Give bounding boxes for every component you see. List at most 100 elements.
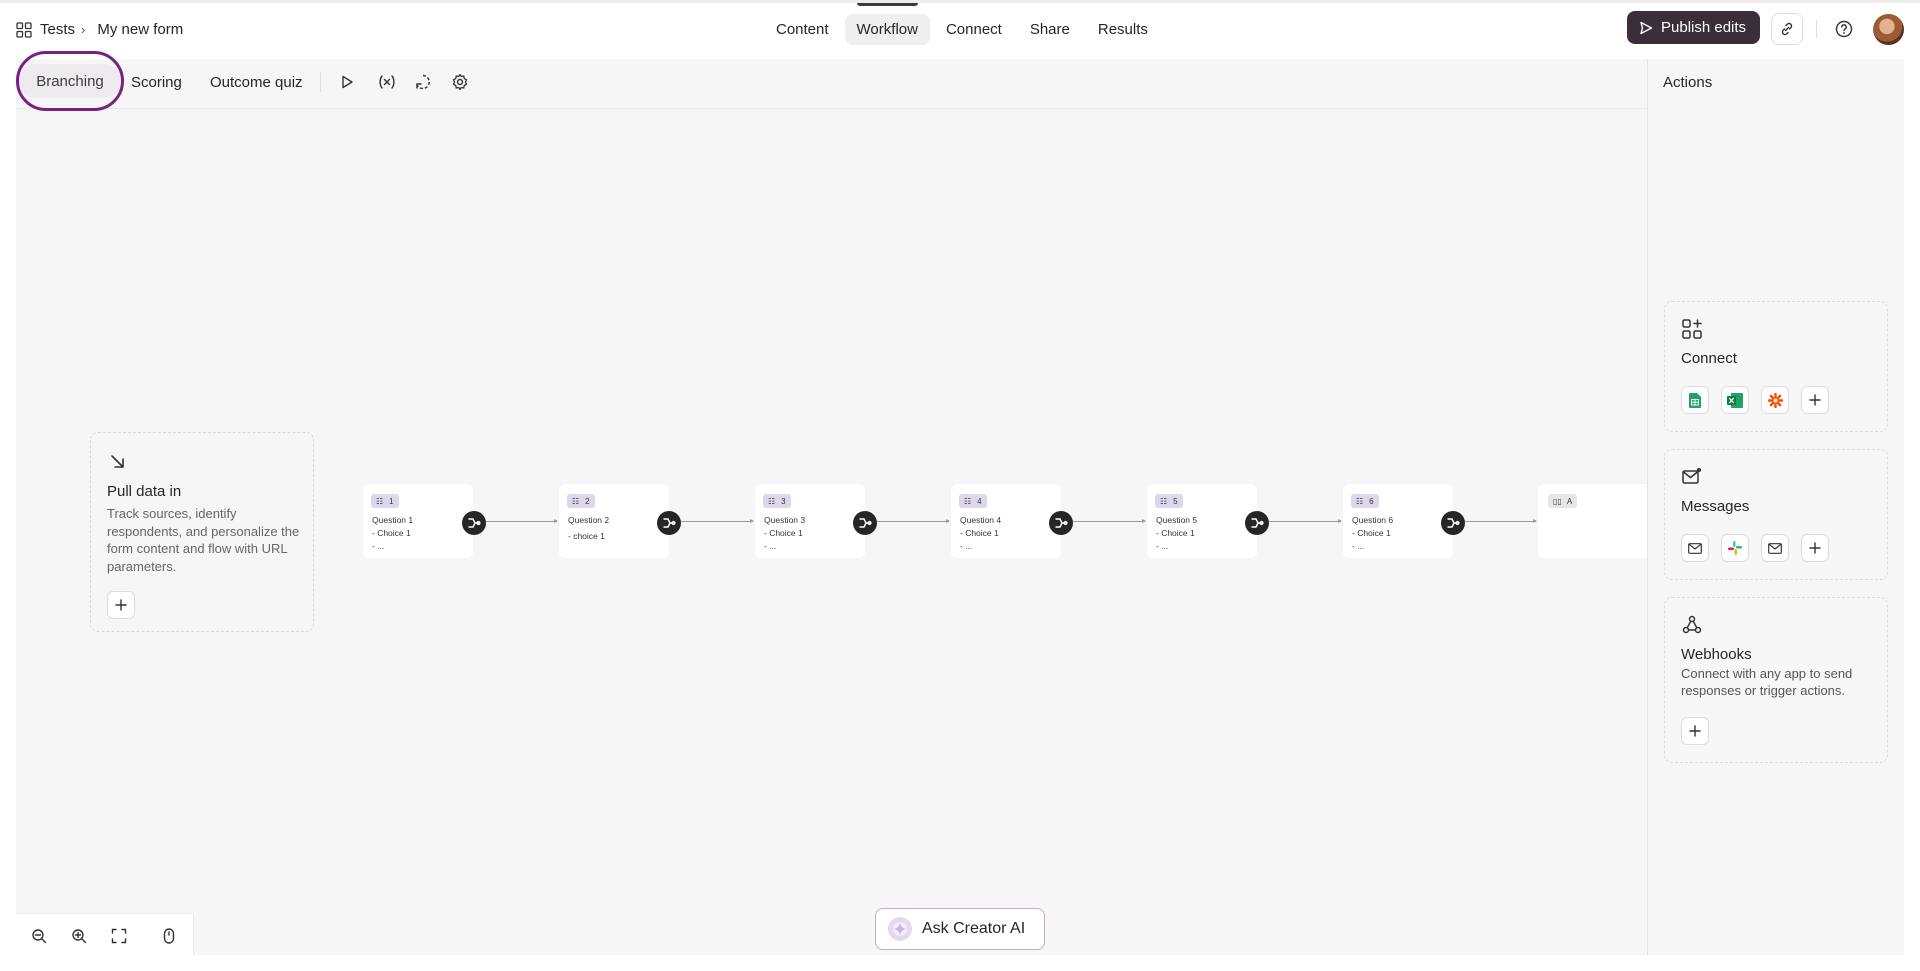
branch-button-2[interactable] [657,511,681,535]
pull-data-title: Pull data in [107,483,182,500]
ask-creator-ai-button[interactable]: Ask Creator AI [875,908,1045,950]
question-badge: ☷ 5 [1155,494,1183,508]
question-badge: ☷ 3 [763,494,791,508]
preview-button[interactable] [337,72,357,92]
tab-outcome-quiz[interactable]: Outcome quiz [210,74,303,91]
question-number: 6 [1369,496,1374,506]
webhooks-description: Connect with any app to send responses o… [1681,666,1853,698]
question-more: - ... [764,541,777,551]
flow-connector [1465,519,1537,523]
breadcrumb-current[interactable]: My new form [97,21,183,38]
question-title: Question 2 [568,515,610,525]
excel-button[interactable] [1721,386,1749,414]
question-choice: - Choice 1 [764,528,803,538]
zoom-out-button[interactable] [29,926,49,946]
zoom-in-button[interactable] [69,926,89,946]
question-choice: - Choice 1 [1156,528,1195,538]
tab-scoring[interactable]: Scoring [131,74,182,91]
add-connection-button[interactable] [1801,386,1829,414]
mouse-mode-button[interactable] [159,926,179,946]
zoom-in-icon [72,929,87,944]
zoom-out-icon [32,929,47,944]
question-number: 5 [1173,496,1178,506]
zapier-button[interactable] [1761,386,1789,414]
email-icon [1688,542,1702,554]
fit-view-button[interactable] [109,926,129,946]
question-node-5[interactable]: ☷ 5 Question 5- Choice 1- ... [1147,484,1257,558]
plus-icon [115,599,127,611]
ending-screen-icon: ▯▯ [1553,496,1562,506]
question-badge: ☷ 6 [1351,494,1379,508]
main-nav: Content Workflow Connect Share Results [764,3,1164,45]
user-avatar[interactable] [1873,14,1904,45]
add-url-parameter-button[interactable] [107,591,135,619]
flow-connector [1073,519,1146,523]
question-title: Question 4 [960,515,1002,525]
connect-title: Connect [1681,350,1737,367]
branch-icon [468,518,481,528]
ending-label: A [1566,496,1573,506]
branch-button-5[interactable] [1245,511,1269,535]
email-button-2[interactable] [1761,534,1789,562]
copy-link-button[interactable] [1771,13,1803,45]
question-title: Question 1 [372,515,414,525]
question-node-1[interactable]: ☷ 1 Question 1- Choice 1- ... [363,484,473,558]
flow-connector [877,519,950,523]
tab-content[interactable]: Content [764,14,841,45]
google-sheets-button[interactable] [1681,386,1709,414]
plus-icon [1689,725,1701,737]
apps-grid-icon[interactable] [16,21,32,38]
google-sheets-icon [1689,392,1701,408]
publish-button[interactable]: Publish edits [1627,11,1761,44]
branch-button-3[interactable] [853,511,877,535]
branch-button-1[interactable] [462,511,486,535]
question-node-2[interactable]: ☷ 2 Question 2- choice 1 [559,484,669,558]
logic-button[interactable] [413,72,433,92]
add-webhook-button[interactable] [1681,717,1709,745]
webhook-icon [1682,615,1702,634]
question-choice: - Choice 1 [372,528,411,538]
tab-results[interactable]: Results [1086,14,1160,45]
tab-share[interactable]: Share [1018,14,1082,45]
pull-data-card: Pull data in Track sources, identify res… [90,432,314,632]
variables-button[interactable] [377,72,397,92]
question-more: - ... [372,541,385,551]
list-icon: ☷ [376,496,384,506]
email-button[interactable] [1681,534,1709,562]
plus-icon [1809,542,1821,554]
slack-icon [1728,541,1742,555]
question-summary: Question 4 - Choice 1 - ... [960,514,1001,553]
arrow-down-right-icon [111,455,124,468]
branch-button-4[interactable] [1049,511,1073,535]
toolbar-divider [320,72,321,92]
question-number: 3 [781,496,786,506]
list-icon: ☷ [1160,496,1168,506]
ending-node[interactable]: ▯▯ A [1538,484,1647,558]
mouse-icon [163,928,175,944]
question-more: - ... [960,541,973,551]
branch-button-6[interactable] [1441,511,1465,535]
tab-branching[interactable]: Branching [19,64,121,98]
tab-connect[interactable]: Connect [934,14,1014,45]
flow-connector [486,519,558,523]
webhooks-title: Webhooks [1681,646,1752,663]
question-node-3[interactable]: ☷ 3 Question 3- Choice 1- ... [755,484,865,558]
mail-notification-icon [1682,468,1701,484]
question-node-6[interactable]: ☷ 6 Question 6- Choice 1- ... [1343,484,1453,558]
question-title: Question 3 [764,515,806,525]
zapier-icon [1767,392,1783,408]
question-node-4[interactable]: ☷ 4 Question 4- Choice 1- ... [951,484,1061,558]
loop-icon [416,74,430,90]
list-icon: ☷ [768,496,776,506]
ask-creator-ai-label: Ask Creator AI [922,920,1026,937]
breadcrumb-parent[interactable]: Tests [40,21,75,38]
help-button[interactable] [1830,15,1858,43]
question-choice: - Choice 1 [960,528,999,538]
add-message-button[interactable] [1801,534,1829,562]
slack-button[interactable] [1721,534,1749,562]
flow-connector [1269,519,1342,523]
plus-icon [1809,394,1821,406]
question-summary: Question 5 - Choice 1 - ... [1156,514,1197,553]
settings-button[interactable] [450,72,470,92]
tab-workflow[interactable]: Workflow [844,3,930,45]
